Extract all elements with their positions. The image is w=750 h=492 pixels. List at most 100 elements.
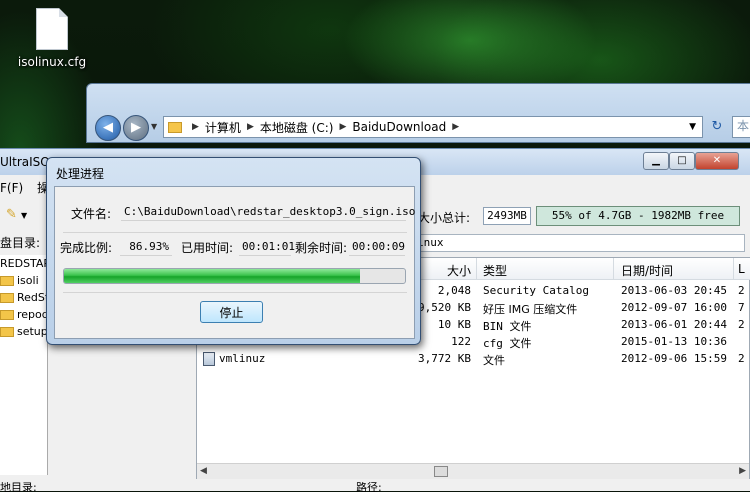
row-type: Security Catalog bbox=[483, 284, 589, 297]
divider bbox=[63, 232, 407, 233]
row-size: 10 KB bbox=[437, 318, 471, 331]
breadcrumb-local-disk[interactable]: 本地磁盘 (C:) bbox=[260, 119, 334, 136]
address-bar[interactable]: ▶ 计算机 ▶ 本地磁盘 (C:) ▶ BaiduDownload ▶ ▼ bbox=[163, 116, 703, 138]
minimize-icon: ▁ bbox=[652, 155, 660, 166]
horizontal-scrollbar[interactable]: ◀ ▶ bbox=[197, 463, 749, 479]
col-extra[interactable]: L bbox=[738, 262, 745, 276]
tree-item[interactable]: repod bbox=[0, 308, 48, 321]
desktop-file-isolinux[interactable]: isolinux.cfg bbox=[14, 8, 90, 69]
table-row[interactable]: vmlinuz 3,772 KB 文件 2012-09-06 15:59 2 bbox=[197, 351, 750, 368]
maximize-icon: □ bbox=[677, 155, 687, 166]
row-size: 9,520 KB bbox=[418, 301, 471, 314]
tree-item-label: repod bbox=[17, 308, 48, 321]
file-icon bbox=[203, 352, 215, 366]
dialog-title: 处理进程 bbox=[56, 167, 105, 181]
folder-icon bbox=[0, 309, 14, 320]
progress-dialog: 处理进程 文件名: C:\BaiduDownload\redstar_deskt… bbox=[46, 157, 421, 345]
desktop-file-label: isolinux.cfg bbox=[17, 55, 87, 69]
row-date: 2013-06-03 20:45 bbox=[621, 284, 727, 297]
progress-bar bbox=[63, 268, 406, 284]
close-icon: ✕ bbox=[712, 155, 722, 166]
row-size: 2,048 bbox=[437, 284, 471, 297]
breadcrumb-computer[interactable]: 计算机 bbox=[205, 119, 241, 136]
scroll-right-icon[interactable]: ▶ bbox=[739, 466, 746, 476]
row-type: 好压 IMG 压缩文件 bbox=[483, 303, 578, 316]
dropdown-icon[interactable]: ▼ bbox=[21, 211, 27, 220]
size-total-value: 2493MB bbox=[483, 207, 531, 225]
size-total-label: 大小总计: bbox=[418, 211, 471, 225]
divider bbox=[63, 292, 407, 293]
dialog-body: 文件名: C:\BaiduDownload\redstar_desktop3.0… bbox=[54, 186, 415, 339]
explorer-window: ◀ ▶ ▼ ▶ 计算机 ▶ 本地磁盘 (C:) ▶ BaiduDownload … bbox=[86, 83, 750, 143]
folder-icon bbox=[0, 275, 14, 286]
tree-item-label: isoli bbox=[17, 274, 39, 287]
toolbar-left: ✎ ▼ bbox=[6, 207, 27, 222]
stop-button[interactable]: 停止 bbox=[200, 301, 263, 323]
ultraiso-title: UltraISO bbox=[0, 155, 50, 169]
row-date: 2015-01-13 10:36 bbox=[621, 335, 727, 348]
col-size[interactable]: 大小 bbox=[447, 262, 471, 279]
row-extra: 7 bbox=[738, 301, 745, 314]
capacity-bar: 55% of 4.7GB - 1982MB free bbox=[536, 206, 740, 226]
elapsed-label: 已用时间: bbox=[181, 241, 234, 255]
forward-button[interactable]: ▶ bbox=[123, 115, 149, 141]
breadcrumb-chevron-icon[interactable]: ▶ bbox=[452, 122, 459, 132]
row-type: 文件 bbox=[483, 354, 505, 367]
iso-path-field[interactable]: inux bbox=[410, 234, 745, 252]
back-arrow-icon: ◀ bbox=[103, 120, 113, 135]
row-extra: 2 bbox=[738, 352, 745, 365]
search-input[interactable]: 本 bbox=[732, 116, 750, 138]
tree-item[interactable]: RedSt bbox=[0, 291, 48, 304]
row-date: 2012-09-06 15:59 bbox=[621, 352, 727, 365]
complete-label: 完成比例: bbox=[60, 241, 113, 255]
complete-value: 86.93% bbox=[120, 239, 172, 256]
column-divider[interactable] bbox=[613, 258, 614, 280]
col-date[interactable]: 日期/时间 bbox=[621, 262, 673, 279]
remaining-label: 剩余时间: bbox=[295, 241, 348, 255]
new-icon[interactable]: ✎ bbox=[6, 207, 17, 222]
filename-label: 文件名: bbox=[71, 207, 112, 221]
refresh-button[interactable]: ↻ bbox=[707, 117, 727, 137]
disc-tree: REDSTAR isoli RedSt repod setup bbox=[0, 255, 48, 475]
filename-value: C:\BaiduDownload\redstar_desktop3.0_sign… bbox=[121, 204, 415, 221]
column-divider[interactable] bbox=[733, 258, 734, 280]
breadcrumb-baidudownload[interactable]: BaiduDownload bbox=[352, 120, 446, 134]
col-type[interactable]: 类型 bbox=[483, 262, 507, 279]
tree-item[interactable]: isoli bbox=[0, 274, 39, 287]
row-date: 2012-09-07 16:00 bbox=[621, 301, 727, 314]
tree-item[interactable]: setup bbox=[0, 325, 48, 338]
history-dropdown-icon[interactable]: ▼ bbox=[151, 122, 157, 131]
back-button[interactable]: ◀ bbox=[95, 115, 121, 141]
forward-arrow-icon: ▶ bbox=[131, 120, 141, 135]
scroll-left-icon[interactable]: ◀ bbox=[200, 466, 207, 476]
breadcrumb-chevron-icon[interactable]: ▶ bbox=[247, 122, 254, 132]
scroll-thumb[interactable] bbox=[434, 466, 448, 477]
row-size: 3,772 KB bbox=[418, 352, 471, 365]
address-dropdown-icon[interactable]: ▼ bbox=[689, 122, 696, 132]
row-extra: 2 bbox=[738, 284, 745, 297]
row-name: vmlinuz bbox=[219, 352, 266, 365]
elapsed-value: 00:01:01 bbox=[239, 239, 295, 256]
close-button[interactable]: ✕ bbox=[695, 152, 739, 170]
row-size: 122 bbox=[451, 335, 471, 348]
refresh-icon: ↻ bbox=[711, 119, 723, 134]
minimize-button[interactable]: ▁ bbox=[643, 152, 669, 170]
row-date: 2013-06-01 20:44 bbox=[621, 318, 727, 331]
maximize-button[interactable]: □ bbox=[669, 152, 695, 170]
breadcrumb-chevron-icon[interactable]: ▶ bbox=[192, 122, 199, 132]
row-type: BIN 文件 bbox=[483, 320, 532, 333]
folder-icon bbox=[0, 292, 14, 303]
file-icon bbox=[36, 8, 68, 50]
tree-item-label: setup bbox=[17, 325, 48, 338]
tree-item-label: RedSt bbox=[17, 291, 48, 304]
column-divider[interactable] bbox=[476, 258, 477, 280]
disc-directory-label: 盘目录: bbox=[0, 236, 41, 250]
tree-root[interactable]: REDSTAR bbox=[0, 257, 47, 270]
menu-file[interactable]: F(F) bbox=[0, 181, 23, 195]
remaining-value: 00:00:09 bbox=[349, 239, 405, 256]
row-extra: 2 bbox=[738, 318, 745, 331]
folder-icon bbox=[0, 326, 14, 337]
folder-icon bbox=[168, 121, 182, 133]
breadcrumb-chevron-icon[interactable]: ▶ bbox=[339, 122, 346, 132]
row-type: cfg 文件 bbox=[483, 337, 532, 350]
